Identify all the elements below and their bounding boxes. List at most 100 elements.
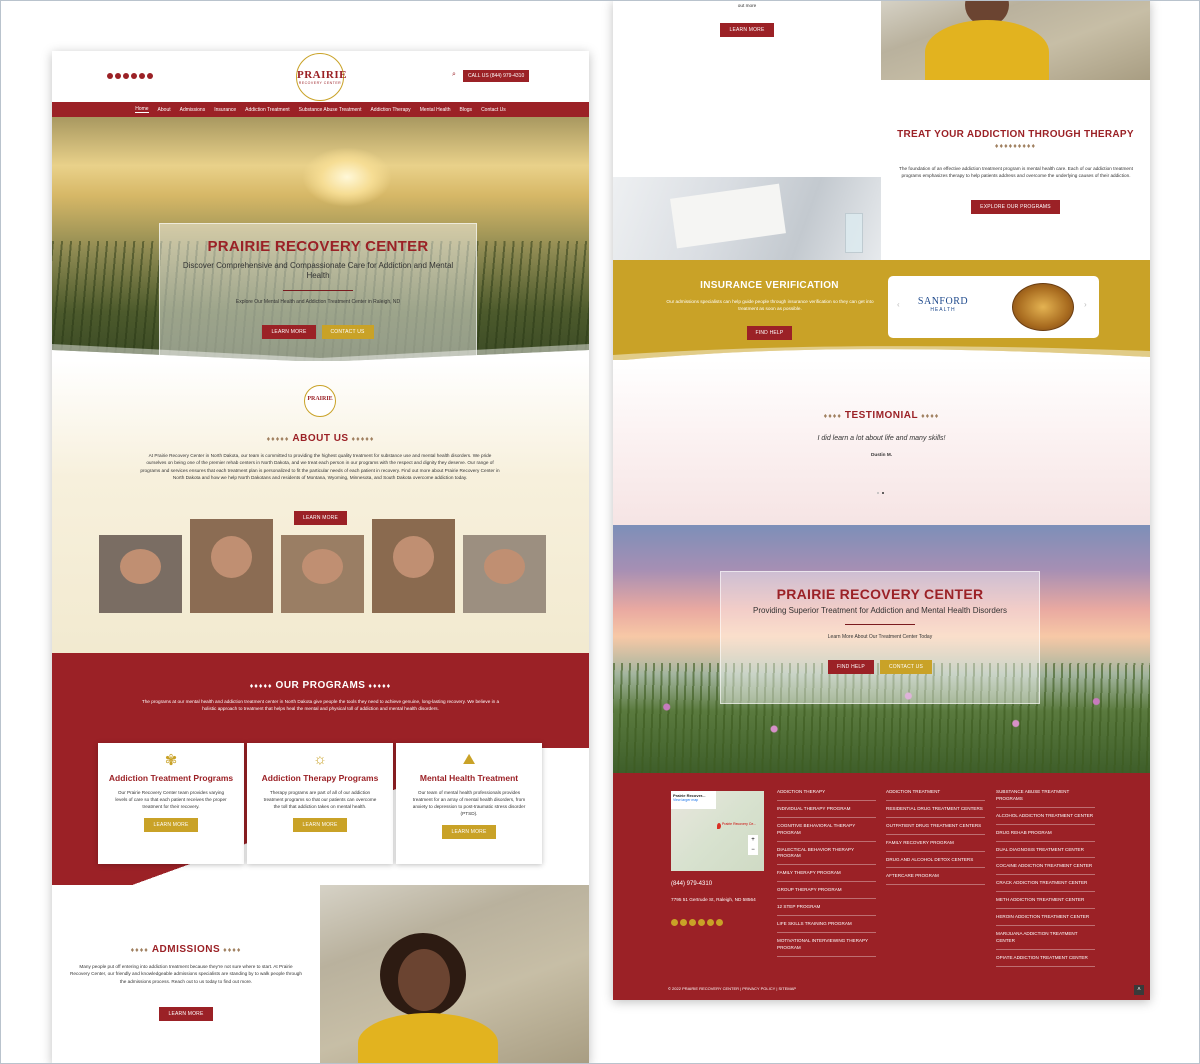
footer-link[interactable]: COGNITIVE BEHAVIORAL THERAPY PROGRAM	[777, 821, 876, 842]
program-learn-more-button[interactable]: LEARN MORE	[293, 818, 347, 833]
pinterest-icon[interactable]	[698, 919, 705, 926]
footer-link[interactable]: SUBSTANCE ABUSE TREATMENT PROGRAMS	[996, 787, 1095, 808]
map-link[interactable]: View larger map	[673, 798, 714, 802]
footer-link[interactable]: 12 STEP PROGRAM	[777, 902, 876, 917]
footer-link[interactable]: AFTERCARE PROGRAM	[886, 871, 985, 886]
program-learn-more-button[interactable]: LEARN MORE	[442, 825, 496, 840]
footer-link[interactable]: DRUG AND ALCOHOL DETOX CENTERS	[886, 855, 985, 869]
footer-phone[interactable]: (844) 979-4310	[671, 881, 712, 887]
youtube-icon[interactable]	[139, 73, 145, 79]
nav-item-admissions[interactable]: Admissions	[180, 107, 206, 113]
cta-contact-button[interactable]: CONTACT US	[879, 660, 932, 674]
footer-link[interactable]: METH ADDICTION TREATMENT CENTER	[996, 895, 1095, 910]
footer-link[interactable]: MARIJUANA ADDICTION TREATMENT CENTER	[996, 929, 1095, 950]
footer-link[interactable]: ADDICTION THERAPY	[777, 787, 876, 801]
footer-link[interactable]: GROUP THERAPY PROGRAM	[777, 885, 876, 900]
main-nav: Home About Admissions Insurance Addictio…	[52, 102, 589, 117]
hero-contact-button[interactable]: CONTACT US	[321, 324, 374, 339]
logo-subtext: RECOVERY CENTER	[298, 81, 342, 85]
admissions-heading: ♦♦♦♦ ADMISSIONS ♦♦♦♦	[130, 944, 242, 955]
site-logo[interactable]: PRAIRIE RECOVERY CENTER	[296, 53, 346, 101]
footer-col-substance: SUBSTANCE ABUSE TREATMENT PROGRAMS ALCOH…	[996, 787, 1095, 970]
twitter-icon[interactable]	[123, 73, 129, 79]
hero-learn-more-button[interactable]: LEARN MORE	[262, 324, 316, 339]
team-photo	[463, 535, 546, 613]
program-card-title: Addiction Treatment Programs	[108, 773, 234, 783]
hero-subtitle: Discover Comprehensive and Compassionate…	[182, 261, 454, 281]
admissions-learn-more-button-2[interactable]: LEARN MORE	[720, 23, 774, 37]
footer-link[interactable]: COCAINE ADDICTION TREATMENT CENTER	[996, 861, 1095, 876]
youtube-icon[interactable]	[707, 919, 714, 926]
left-page-preview: PRAIRIE RECOVERY CENTER ⌕ CALL US (844) …	[52, 51, 589, 1064]
program-learn-more-button[interactable]: LEARN MORE	[144, 818, 198, 833]
team-photo	[190, 519, 273, 613]
chevron-right-icon[interactable]: ›	[1084, 300, 1087, 309]
nav-item-blogs[interactable]: Blogs	[460, 107, 473, 113]
programs-section: ♦♦♦♦♦ OUR PROGRAMS ♦♦♦♦♦ The programs at…	[52, 653, 589, 885]
programs-intro: The programs at our mental health and ad…	[141, 699, 500, 712]
footer-link[interactable]: RESIDENTIAL DRUG TREATMENT CENTERS	[886, 804, 985, 818]
call-us-button[interactable]: CALL US (844) 979-4310	[463, 70, 530, 82]
explore-programs-button[interactable]: EXPLORE OUR PROGRAMS	[971, 200, 1060, 214]
footer-link[interactable]: DUAL DIAGNOSIS TREATMENT CENTER	[996, 845, 1095, 859]
sun-icon: ☼	[313, 751, 327, 768]
footer-link[interactable]: ALCOHOL ADDICTION TREATMENT CENTER	[996, 811, 1095, 825]
footer-link[interactable]: DRUG REHAB PROGRAM	[996, 828, 1095, 842]
team-photo	[99, 535, 182, 613]
footer-link[interactable]: LIFE SKILLS TRAINING PROGRAM	[777, 919, 876, 933]
programs-heading: ♦♦♦♦♦ OUR PROGRAMS ♦♦♦♦♦	[249, 680, 392, 691]
site-footer: Prairie Recover... View larger map Prairi…	[613, 773, 1150, 1000]
footer-link[interactable]: OUTPATIENT DRUG TREATMENT CENTERS	[886, 821, 985, 835]
instagram-icon[interactable]	[716, 919, 723, 926]
nav-item-insurance[interactable]: Insurance	[214, 107, 236, 113]
map-zoom-controls[interactable]: + −	[748, 835, 758, 855]
nav-item-substance-abuse[interactable]: Substance Abuse Treatment	[299, 107, 362, 113]
footer-link[interactable]: INDIVIDUAL THERAPY PROGRAM	[777, 804, 876, 818]
insurance-section: INSURANCE VERIFICATION Our admissions sp…	[613, 260, 1150, 361]
carousel-dot[interactable]	[882, 492, 884, 494]
admissions-section: ♦♦♦♦ ADMISSIONS ♦♦♦♦ Many people put off…	[52, 885, 589, 1064]
instagram-icon[interactable]	[680, 919, 687, 926]
nav-item-about[interactable]: About	[158, 107, 171, 113]
nav-item-home[interactable]: Home	[135, 106, 149, 113]
facebook-icon[interactable]	[671, 919, 678, 926]
cta-find-help-button[interactable]: FIND HELP	[828, 660, 874, 674]
admissions-learn-more-button[interactable]: LEARN MORE	[159, 1007, 213, 1021]
instagram-icon[interactable]	[115, 73, 121, 79]
hero-tagline: Explore Our Mental Health and Addiction …	[235, 298, 401, 305]
program-card: ✾ Addiction Treatment Programs Our Prair…	[98, 743, 244, 864]
testimonial-heading: TESTIMONIAL	[844, 410, 919, 421]
footer-map[interactable]: Prairie Recover... View larger map Prairi…	[671, 791, 764, 871]
footer-copyright: © 2022 PRAIRIE RECOVERY CENTER | PRIVACY…	[668, 986, 797, 991]
carousel-dot[interactable]	[877, 492, 879, 494]
find-help-button[interactable]: FIND HELP	[746, 326, 793, 340]
twitter-icon[interactable]	[689, 919, 696, 926]
testimonial-quote: I did learn a lot about life and many sk…	[817, 435, 946, 442]
nav-item-addiction-therapy[interactable]: Addiction Therapy	[370, 107, 410, 113]
footer-link[interactable]: OPIATE ADDICTION TREATMENT CENTER	[996, 953, 1095, 967]
footer-link[interactable]: HEROIN ADDICTION TREATMENT CENTER	[996, 912, 1095, 927]
footer-link[interactable]: CRACK ADDICTION TREATMENT CENTER	[996, 878, 1095, 893]
hero-section: PRAIRIE RECOVERY CENTER Discover Compreh…	[52, 117, 589, 366]
about-section: PRAIRIE ♦♦♦♦♦ ABOUT US ♦♦♦♦♦ At Prairie …	[52, 361, 589, 653]
program-card-title: Addiction Therapy Programs	[261, 773, 379, 783]
facebook-icon[interactable]	[107, 73, 113, 79]
sanford-logo-sub: HEALTH	[930, 307, 956, 313]
pinterest-icon[interactable]	[131, 73, 137, 79]
footer-link[interactable]: FAMILY THERAPY PROGRAM	[777, 868, 876, 883]
instagram-icon[interactable]	[147, 73, 153, 79]
cta-divider	[845, 624, 915, 625]
footer-link[interactable]: FAMILY RECOVERY PROGRAM	[886, 838, 985, 852]
nav-item-contact[interactable]: Contact Us	[481, 107, 506, 113]
insurance-carousel: ‹ SANFORD HEALTH ›	[888, 276, 1099, 338]
back-to-top-icon[interactable]: ˄	[1134, 985, 1144, 995]
nav-item-mental-health[interactable]: Mental Health	[420, 107, 451, 113]
footer-link[interactable]: MOTIVATIONAL INTERVIEWING THERAPY PROGRA…	[777, 936, 876, 957]
therapy-body: The foundation of an effective addiction…	[899, 166, 1133, 179]
search-icon[interactable]: ⌕	[452, 71, 456, 79]
chevron-left-icon[interactable]: ‹	[897, 300, 900, 309]
nav-item-addiction-treatment[interactable]: Addiction Treatment	[245, 107, 289, 113]
hero-title: PRAIRIE RECOVERY CENTER	[207, 238, 429, 255]
footer-link[interactable]: DIALECTICAL BEHAVIOR THERAPY PROGRAM	[777, 845, 876, 866]
footer-link[interactable]: ADDICTION TREATMENT	[886, 787, 985, 801]
